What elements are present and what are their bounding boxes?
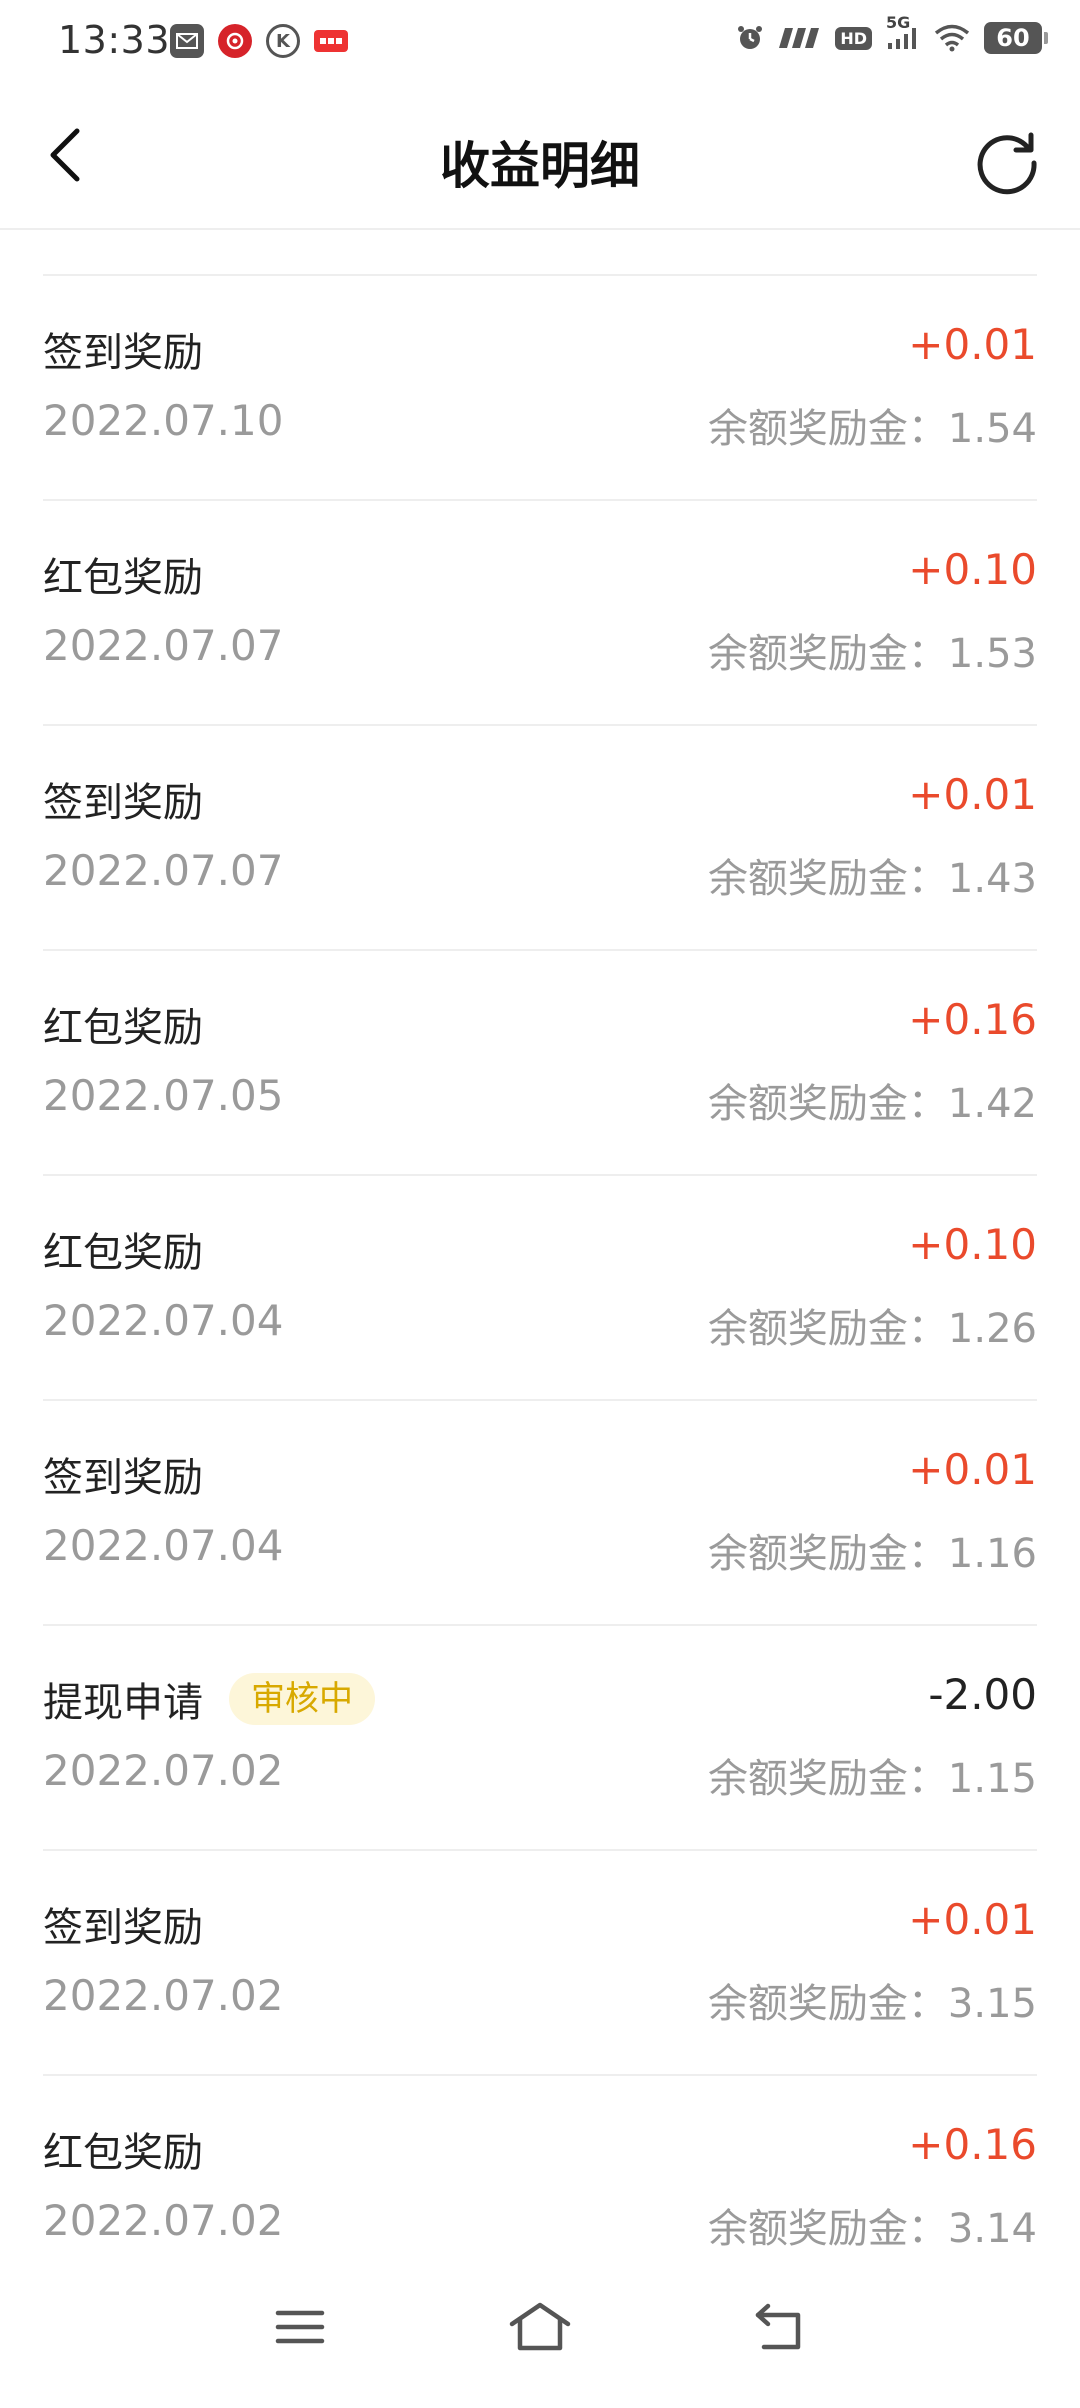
page-title: 收益明细 <box>440 137 640 195</box>
list-item[interactable]: 红包奖励 2022.07.07 +0.10 余额奖励金：1.53 <box>43 501 1037 726</box>
item-amount: -2.00 <box>928 1670 1037 1719</box>
earnings-list: 签到奖励 2022.07.10 +0.01 余额奖励金：1.54 红包奖励 20… <box>43 274 1037 2299</box>
list-item[interactable]: 签到奖励 2022.07.07 +0.01 余额奖励金：1.43 <box>43 726 1037 951</box>
system-status-icons: HD 5G 60 <box>735 13 1048 54</box>
item-balance: 余额奖励金：1.26 <box>707 1306 1037 1352</box>
item-date: 2022.07.02 <box>43 1746 284 1795</box>
volte-icon <box>779 26 821 50</box>
item-balance: 余额奖励金：3.15 <box>707 1981 1037 2027</box>
cellular-signal-icon: 5G <box>886 13 920 51</box>
item-title: 红包奖励 <box>43 2130 203 2176</box>
battery-level: 60 <box>996 24 1030 52</box>
item-date: 2022.07.04 <box>43 1296 284 1345</box>
nav-back-button[interactable] <box>740 2292 820 2362</box>
hd-icon: HD <box>835 26 872 50</box>
item-amount: +0.10 <box>908 545 1037 594</box>
nav-home-button[interactable] <box>500 2292 580 2362</box>
item-title: 签到奖励 <box>43 780 203 826</box>
toutiao-icon <box>314 30 348 52</box>
item-balance: 余额奖励金：1.42 <box>707 1081 1037 1127</box>
item-title-row: 签到奖励 <box>43 1445 203 1503</box>
item-title-row: 签到奖励 <box>43 320 203 378</box>
status-time: 13:33 <box>58 18 171 62</box>
mail-notification-icon <box>170 24 204 58</box>
item-title: 红包奖励 <box>43 555 203 601</box>
network-type-label: 5G <box>886 13 911 32</box>
netease-music-icon <box>218 24 252 58</box>
alarm-icon <box>735 23 765 53</box>
item-title-row: 签到奖励 <box>43 770 203 828</box>
notification-icons: K <box>170 24 348 58</box>
item-date: 2022.07.07 <box>43 621 284 670</box>
menu-icon <box>275 2310 325 2344</box>
item-amount: +0.01 <box>908 1895 1037 1944</box>
list-item[interactable]: 红包奖励 2022.07.02 +0.16 余额奖励金：3.14 <box>43 2076 1037 2299</box>
refresh-icon <box>977 132 1037 195</box>
item-balance: 余额奖励金：1.43 <box>707 856 1037 902</box>
status-badge: 审核中 <box>229 1673 375 1725</box>
item-date: 2022.07.02 <box>43 1971 284 2020</box>
home-icon <box>509 2302 571 2351</box>
item-title: 红包奖励 <box>43 1230 203 1276</box>
list-item[interactable]: 签到奖励 2022.07.10 +0.01 余额奖励金：1.54 <box>43 276 1037 501</box>
refresh-button[interactable] <box>970 124 1044 198</box>
item-balance: 余额奖励金：1.53 <box>707 631 1037 677</box>
list-item-withdrawal[interactable]: 提现申请 审核中 2022.07.02 -2.00 余额奖励金：1.15 <box>43 1626 1037 1851</box>
item-balance: 余额奖励金：1.16 <box>707 1531 1037 1577</box>
list-item[interactable]: 签到奖励 2022.07.04 +0.01 余额奖励金：1.16 <box>43 1401 1037 1626</box>
item-title-row: 红包奖励 <box>43 2120 203 2178</box>
item-title: 红包奖励 <box>43 1005 203 1051</box>
list-item[interactable]: 红包奖励 2022.07.05 +0.16 余额奖励金：1.42 <box>43 951 1037 1176</box>
item-title-row: 提现申请 审核中 <box>43 1670 375 1728</box>
item-title-row: 红包奖励 <box>43 545 203 603</box>
nav-menu-button[interactable] <box>260 2292 340 2362</box>
item-date: 2022.07.07 <box>43 846 284 895</box>
item-date: 2022.07.04 <box>43 1521 284 1570</box>
item-balance: 余额奖励金：1.15 <box>707 1756 1037 1802</box>
status-bar: 13:33 K HD 5G 60 <box>0 0 1080 90</box>
item-title-row: 红包奖励 <box>43 1220 203 1278</box>
item-title: 签到奖励 <box>43 1905 203 1951</box>
back-arrow-icon <box>755 2303 801 2350</box>
item-balance: 余额奖励金：3.14 <box>707 2206 1037 2252</box>
item-title: 提现申请 <box>43 1680 203 1726</box>
item-amount: +0.01 <box>908 1445 1037 1494</box>
item-title-row: 签到奖励 <box>43 1895 203 1953</box>
wifi-icon <box>934 24 970 52</box>
item-amount: +0.16 <box>908 995 1037 1044</box>
item-title: 签到奖励 <box>43 1455 203 1501</box>
item-amount: +0.16 <box>908 2120 1037 2169</box>
item-balance: 余额奖励金：1.54 <box>707 406 1037 452</box>
item-title-row: 红包奖励 <box>43 995 203 1053</box>
item-amount: +0.10 <box>908 1220 1037 1269</box>
item-title: 签到奖励 <box>43 330 203 376</box>
item-date: 2022.07.10 <box>43 396 284 445</box>
list-item[interactable]: 签到奖励 2022.07.02 +0.01 余额奖励金：3.15 <box>43 1851 1037 2076</box>
item-amount: +0.01 <box>908 320 1037 369</box>
item-date: 2022.07.02 <box>43 2196 284 2245</box>
item-amount: +0.01 <box>908 770 1037 819</box>
item-date: 2022.07.05 <box>43 1071 284 1120</box>
app-header: 收益明细 <box>0 90 1080 230</box>
list-item[interactable]: 红包奖励 2022.07.04 +0.10 余额奖励金：1.26 <box>43 1176 1037 1401</box>
battery-indicator: 60 <box>984 22 1048 54</box>
k-app-icon: K <box>266 24 300 58</box>
hd-label: HD <box>835 26 872 50</box>
